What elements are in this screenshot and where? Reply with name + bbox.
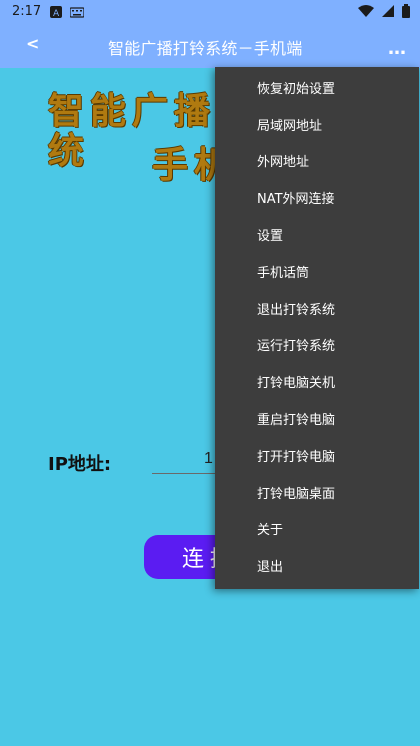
wifi-icon <box>358 5 374 21</box>
svg-text:A: A <box>53 9 60 18</box>
more-options-icon[interactable]: … <box>388 40 406 58</box>
menu-item-exit-system[interactable]: 退出打铃系统 <box>215 290 419 327</box>
status-time: 2:17 <box>12 4 42 19</box>
menu-item-run-system[interactable]: 运行打铃系统 <box>215 327 419 364</box>
keyboard-icon <box>69 6 85 22</box>
menu-item-nat-connect[interactable]: NAT外网连接 <box>215 179 419 216</box>
ip-label: IP地址: <box>48 454 112 475</box>
status-left-icons: A <box>50 6 85 22</box>
a-icon: A <box>50 6 62 22</box>
back-button[interactable]: < <box>26 34 39 53</box>
signal-icon <box>382 5 394 21</box>
menu-item-lan-address[interactable]: 局域网地址 <box>215 106 419 143</box>
menu-item-about[interactable]: 关于 <box>215 511 419 548</box>
menu-item-pc-desktop[interactable]: 打铃电脑桌面 <box>215 474 419 511</box>
menu-item-open-pc[interactable]: 打开打铃电脑 <box>215 437 419 474</box>
menu-item-settings[interactable]: 设置 <box>215 216 419 253</box>
overflow-menu: 恢复初始设置 局域网地址 外网地址 NAT外网连接 设置 手机话筒 退出打铃系统… <box>215 67 419 589</box>
menu-item-wan-address[interactable]: 外网地址 <box>215 143 419 180</box>
app-title: 智能广播打铃系统－手机端 <box>108 39 303 58</box>
app-bar: < 智能广播打铃系统－手机端 … <box>0 24 420 68</box>
status-right-icons <box>358 4 410 22</box>
menu-item-restart-pc[interactable]: 重启打铃电脑 <box>215 400 419 437</box>
menu-item-phone-mic[interactable]: 手机话筒 <box>215 253 419 290</box>
menu-item-quit[interactable]: 退出 <box>215 547 419 584</box>
battery-icon <box>402 4 410 22</box>
menu-item-reset[interactable]: 恢复初始设置 <box>215 69 419 106</box>
status-bar: 2:17 A <box>0 0 420 24</box>
menu-item-shutdown-pc[interactable]: 打铃电脑关机 <box>215 363 419 400</box>
